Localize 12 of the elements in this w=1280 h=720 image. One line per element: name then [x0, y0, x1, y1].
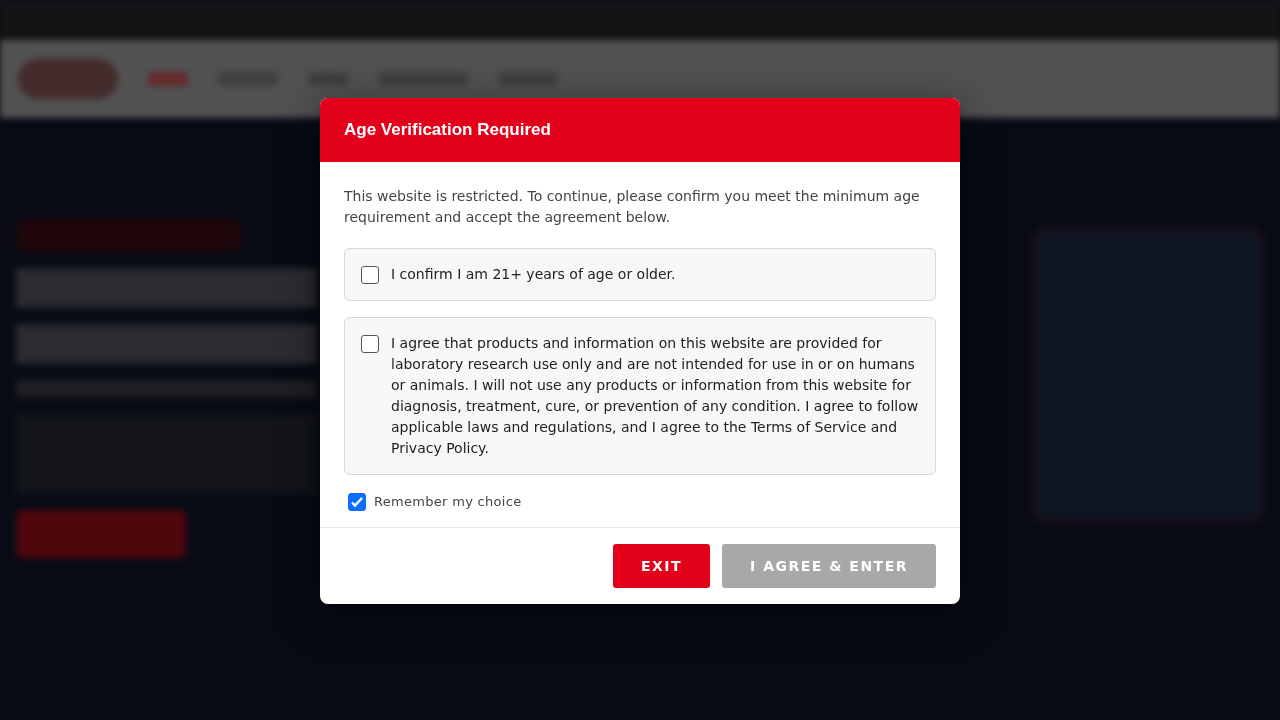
check-icon	[350, 495, 364, 509]
intro-text: This website is restricted. To continue, please confirm you meet the minimum age requirement and accept the agreement below.	[344, 187, 921, 227]
agreement-option[interactable]	[344, 317, 936, 475]
agreement-option[interactable]: I confirm I am 21+ years of age or older.	[344, 248, 936, 301]
remember-label: Remember my choice	[374, 493, 522, 509]
agreement-text: I confirm I am 21+ years of age or older.	[391, 265, 676, 284]
checkbox[interactable]	[361, 266, 379, 284]
agreement-text: I agree that products and information on this website are provided for laboratory research use only and are not intended for use in or on humans or animals. I will not use any products or information from this website for diagnosis, treatment, cure, or prevention of any condition. I agree to follow applicable laws and regulations, and I agree to the Terms of Service and Privacy Policy.	[391, 334, 919, 458]
exit-button[interactable]: EXIT	[612, 544, 711, 588]
checkbox[interactable]	[361, 335, 379, 353]
checkbox[interactable]	[348, 493, 366, 511]
dialog-title: Age Verification Required	[344, 120, 551, 140]
